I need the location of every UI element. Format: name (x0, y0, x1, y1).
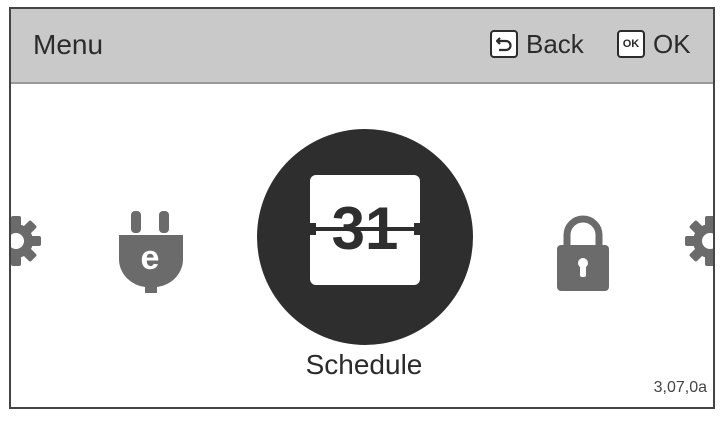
energy-plug-icon[interactable]: e (111, 209, 191, 295)
gear-icon[interactable] (683, 214, 713, 268)
menu-header: Menu Back OK OK (11, 9, 713, 84)
lock-icon[interactable] (553, 209, 613, 293)
back-button[interactable]: Back (490, 27, 584, 61)
selected-item-label: Schedule (305, 349, 423, 380)
version-label: 3,07,0a (653, 379, 707, 396)
energy-glyph: e (140, 239, 160, 277)
back-label: Back (526, 28, 584, 59)
calendar-icon: 31 (306, 175, 424, 285)
back-arrow-icon (490, 30, 518, 58)
gear-icon[interactable] (11, 214, 43, 268)
page-title: Menu (33, 29, 104, 60)
ok-key-text: OK (622, 38, 640, 50)
menu-screen: Menu Back OK OK e 31 Schedule 3,07,0a (9, 7, 715, 409)
selected-menu-item[interactable]: 31 (257, 129, 473, 345)
ok-button[interactable]: OK OK (617, 27, 691, 61)
ok-key-icon: OK (617, 30, 645, 58)
ok-label: OK (653, 28, 691, 59)
